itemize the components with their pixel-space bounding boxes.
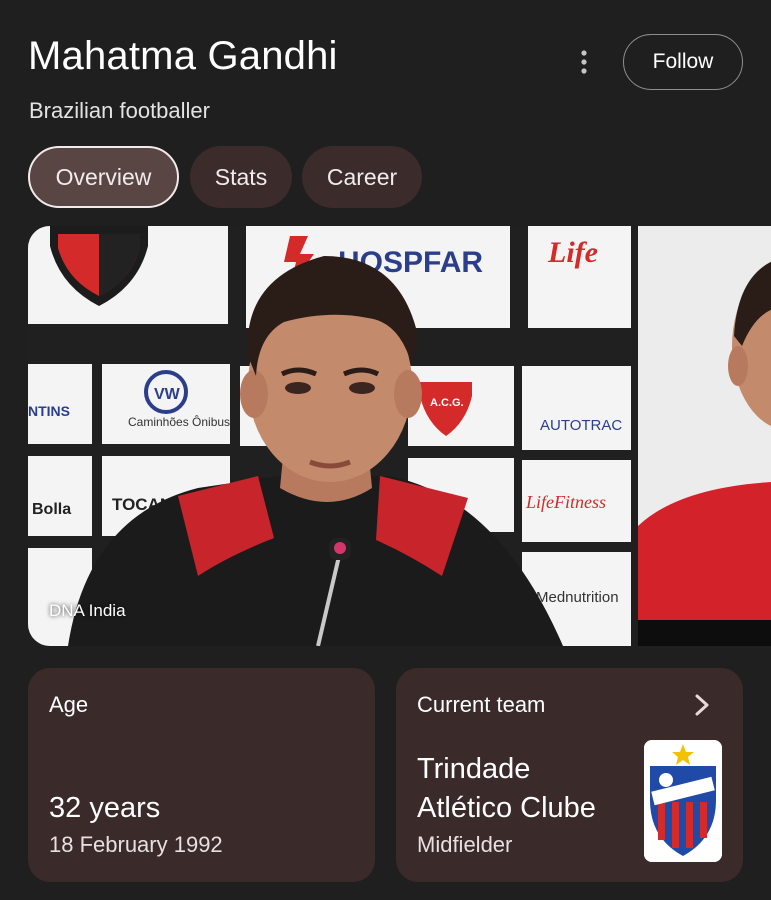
age-label: Age — [49, 692, 89, 717]
sponsor-text: Caminhões Ônibus — [128, 414, 230, 429]
birth-date: 18 February 1992 — [49, 832, 223, 857]
page-title: Mahatma Gandhi — [28, 34, 338, 78]
image-source-label[interactable]: DNA India — [49, 601, 126, 621]
page-subtitle: Brazilian footballer — [29, 98, 210, 123]
current-team-card[interactable]: Current team Trindade Atlético Clube Mid… — [396, 668, 743, 882]
tab-career[interactable]: Career — [302, 146, 422, 208]
tab-stats[interactable]: Stats — [190, 146, 292, 208]
sponsor-text: Bolla — [32, 501, 71, 518]
age-card[interactable]: Age 32 years 18 February 1992 — [28, 668, 375, 882]
svg-text:NTINS: NTINS — [28, 403, 70, 419]
press-conference-image: HOSPFAR Life VW Caminhões Ônibus NTINS T… — [28, 226, 631, 646]
team-logo — [644, 740, 722, 862]
svg-text:VW: VW — [154, 386, 181, 403]
player-photo-2[interactable] — [638, 226, 771, 646]
sponsor-text: Life — [547, 236, 598, 269]
current-team-label: Current team — [417, 692, 546, 717]
sponsor-text: LifeFitness — [525, 492, 606, 512]
team-name-line-2: Atlético Clube — [417, 792, 596, 824]
knowledge-panel: Mahatma Gandhi Brazilian footballer Foll… — [0, 0, 771, 900]
portrait-image — [638, 226, 771, 646]
follow-button[interactable]: Follow — [623, 34, 743, 90]
tab-overview[interactable]: Overview — [28, 146, 179, 208]
player-position: Midfielder — [417, 832, 513, 857]
chevron-right-icon[interactable] — [691, 692, 713, 718]
age-value: 32 years — [49, 792, 161, 824]
more-vert-icon — [581, 50, 587, 74]
sponsor-text: Mednutrition — [536, 589, 619, 606]
more-options-button[interactable] — [568, 46, 600, 78]
player-photo[interactable]: HOSPFAR Life VW Caminhões Ônibus NTINS T… — [28, 226, 631, 646]
team-name-line-1: Trindade — [417, 753, 531, 785]
sponsor-text: AUTOTRAC — [540, 417, 622, 434]
sponsor-text: A.C.G. — [430, 397, 464, 409]
